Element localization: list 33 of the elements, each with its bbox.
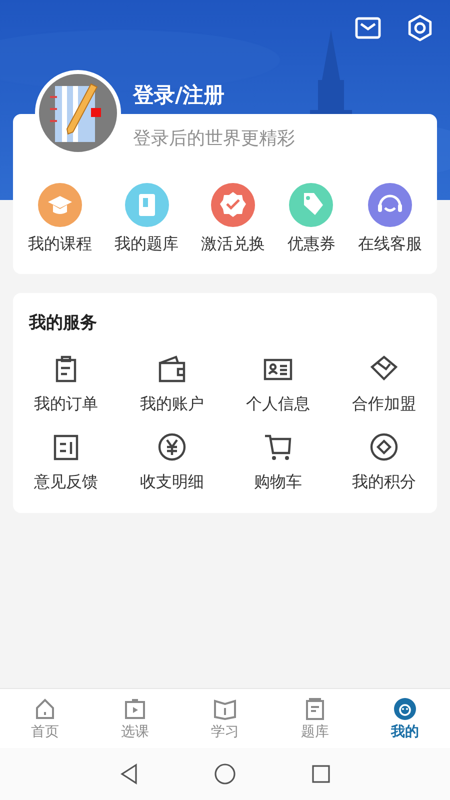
quick-action[interactable]: 优惠券	[287, 183, 336, 255]
quick-action[interactable]: 我的课程	[28, 183, 92, 255]
service-item[interactable]: 我的账户	[119, 354, 225, 415]
quick-action[interactable]: 激活兑换	[200, 183, 265, 255]
cart-icon	[263, 432, 293, 462]
yuan-coin-icon	[157, 432, 187, 462]
service-item[interactable]: 我的积分	[331, 432, 437, 493]
home-icon	[33, 696, 57, 720]
face-icon	[393, 696, 417, 720]
login-subtitle: 登录后的世界更精彩	[133, 127, 295, 151]
service-item[interactable]: 合作加盟	[331, 354, 437, 415]
diamond-circle-icon	[369, 432, 399, 462]
quick-action[interactable]: 在线客服	[358, 183, 422, 255]
video-icon	[123, 696, 147, 720]
settings-icon	[406, 14, 434, 42]
back-icon	[120, 763, 138, 785]
settings-button[interactable]	[406, 14, 434, 42]
feedback-icon	[51, 432, 81, 462]
home-icon	[214, 763, 236, 785]
nav-tab[interactable]: 我的	[360, 689, 450, 748]
doc-icon	[303, 696, 327, 720]
quick-action[interactable]: 我的题库	[114, 183, 179, 255]
service-item[interactable]: 我的订单	[13, 354, 119, 415]
section-title: 我的服务	[28, 312, 98, 334]
wallet-icon	[157, 354, 187, 384]
login-title[interactable]: 登录/注册	[133, 82, 295, 108]
service-item[interactable]: 个人信息	[225, 354, 331, 415]
mail-icon	[355, 17, 381, 39]
service-item[interactable]: 意见反馈	[13, 432, 119, 493]
book-icon	[213, 696, 237, 720]
service-item[interactable]: 收支明细	[119, 432, 225, 493]
service-item[interactable]: 购物车	[225, 432, 331, 493]
recents-icon	[311, 764, 331, 784]
